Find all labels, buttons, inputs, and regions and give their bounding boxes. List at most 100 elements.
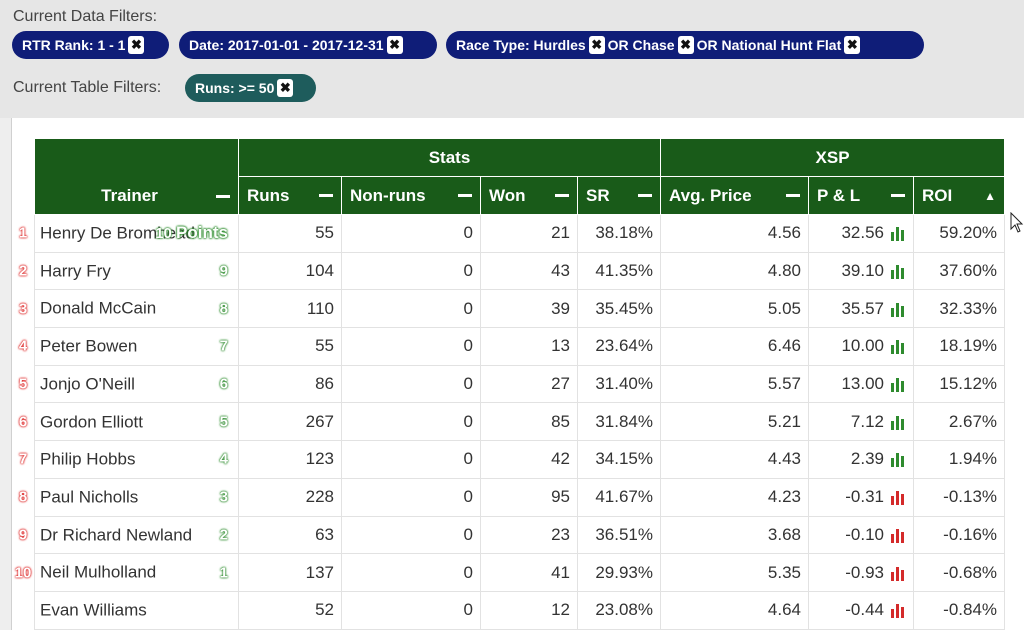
column-header-sr[interactable]: SR — [576, 176, 662, 215]
bar-chart-icon[interactable] — [890, 452, 906, 468]
minus-icon[interactable] — [216, 194, 230, 198]
filter-chip-runs[interactable]: Runs: >= 50 ✖ — [185, 74, 316, 102]
rank-badge: 2 — [18, 262, 28, 280]
group-header-stats: Stats — [237, 138, 662, 177]
cell-won: 43 — [480, 251, 578, 291]
cell-avg-price: 5.35 — [660, 553, 810, 592]
table-filters-label: Current Table Filters: — [13, 79, 162, 96]
cell-trainer[interactable]: 3 Donald McCain 8 — [19, 289, 239, 329]
cell-trainer[interactable]: 7 Philip Hobbs 4 — [19, 440, 239, 479]
table-row[interactable]: Evan Williams 52 0 12 23.08% 4.64 -0.44 -0.84% — [34, 590, 1006, 630]
cell-trainer[interactable]: 9 Dr Richard Newland 2 — [19, 515, 239, 555]
points-badge: 6 — [219, 375, 228, 393]
column-header-won[interactable]: Won — [480, 176, 578, 215]
sort-ascending-icon[interactable]: ▲ — [984, 189, 996, 203]
minus-icon[interactable] — [319, 194, 333, 197]
cell-pl: 7.12 — [808, 402, 915, 442]
close-icon[interactable]: ✖ — [677, 36, 694, 55]
filter-chip-date[interactable]: Date: 2017-01-01 - 2017-12-31 ✖ — [179, 31, 437, 59]
minus-icon[interactable] — [638, 194, 653, 197]
trainer-name[interactable]: Donald McCain — [40, 299, 156, 318]
minus-icon[interactable] — [458, 194, 472, 197]
table-row[interactable]: 7 Philip Hobbs 4 123 0 42 34.15% 4.43 2.39 1.94% — [19, 440, 1006, 479]
points-badge: 2 — [219, 526, 228, 544]
bar-chart-icon[interactable] — [890, 226, 906, 242]
filter-chip-rtr-rank[interactable]: RTR Rank: 1 - 1 ✖ — [12, 31, 169, 59]
table-row[interactable]: 9 Dr Richard Newland 2 63 0 23 36.51% 3.68 -0.10… — [19, 515, 1006, 555]
minus-icon[interactable] — [891, 194, 906, 197]
minus-icon[interactable] — [786, 194, 801, 197]
trainer-name[interactable]: Paul Nicholls — [40, 487, 138, 506]
close-icon[interactable]: ✖ — [277, 79, 294, 98]
close-icon[interactable]: ✖ — [386, 36, 403, 55]
cell-trainer[interactable]: 10 Neil Mulholland 1 — [15, 553, 239, 592]
column-header-nonruns[interactable]: Non-runs — [341, 176, 481, 215]
column-header-roi[interactable]: ROI ▲ — [913, 176, 1006, 215]
close-icon[interactable]: ✖ — [128, 36, 145, 55]
cell-trainer[interactable]: 1 Henry De Bromhead 10 Points — [19, 214, 239, 253]
trainer-name[interactable]: Neil Mulholland — [40, 563, 156, 582]
trainer-name[interactable]: Jonjo O'Neill — [40, 374, 135, 393]
points-badge: 9 — [219, 262, 228, 280]
cell-avg-price: 4.43 — [660, 440, 810, 479]
cell-trainer[interactable]: 4 Peter Bowen 7 — [19, 327, 239, 366]
pl-value: 2.39 — [850, 449, 885, 469]
trainer-name[interactable]: Gordon Elliott — [40, 412, 143, 431]
cell-trainer[interactable]: Evan Williams — [34, 590, 239, 630]
table-row[interactable]: 5 Jonjo O'Neill 6 86 0 27 31.40% 5.57 13.00 15.12… — [19, 364, 1006, 404]
bar-chart-icon[interactable] — [890, 415, 906, 430]
cell-roi: -0.13% — [913, 477, 1006, 517]
filter-chip-label: Date: 2017-01-01 - 2017-12-31 — [189, 37, 384, 53]
trainer-name[interactable]: Dr Richard Newland — [40, 525, 192, 544]
cell-trainer[interactable]: 2 Harry Fry 9 — [19, 251, 239, 291]
column-header-avg-price[interactable]: Avg. Price — [660, 176, 810, 215]
bar-chart-icon[interactable] — [890, 377, 906, 393]
rank-badge: 3 — [18, 300, 28, 318]
cell-trainer[interactable]: 6 Gordon Elliott 5 — [19, 402, 239, 442]
cell-pl: 10.00 — [808, 327, 915, 366]
cell-avg-price: 5.21 — [660, 402, 810, 442]
table-row[interactable]: 3 Donald McCain 8 110 0 39 35.45% 5.05 35.57 32.3… — [19, 289, 1006, 329]
table-row[interactable]: 1 Henry De Bromhead 10 Points 55 0 21 38.18% 4.… — [19, 214, 1006, 253]
close-icon[interactable]: ✖ — [844, 36, 861, 55]
cell-sr: 23.08% — [576, 590, 662, 630]
trainer-name[interactable]: Peter Bowen — [40, 337, 137, 356]
cell-sr: 36.51% — [576, 515, 662, 555]
cell-nonruns: 0 — [341, 590, 481, 630]
trainer-name[interactable]: Harry Fry — [40, 261, 111, 280]
bar-chart-icon[interactable] — [890, 566, 906, 581]
rank-badge: 8 — [18, 488, 28, 506]
minus-icon[interactable] — [555, 194, 569, 197]
cell-trainer[interactable]: 5 Jonjo O'Neill 6 — [19, 364, 239, 404]
cell-roi: 32.33% — [913, 289, 1006, 329]
bar-chart-icon[interactable] — [890, 490, 906, 506]
filter-chip-label: OR Chase — [607, 37, 675, 53]
table-row[interactable]: 8 Paul Nicholls 3 228 0 95 41.67% 4.23 -0.31 -0.1… — [19, 477, 1006, 517]
trainer-name[interactable]: Evan Williams — [40, 600, 147, 619]
trainer-name[interactable]: Philip Hobbs — [40, 450, 135, 469]
column-header-pl[interactable]: P & L — [808, 176, 915, 215]
bar-chart-icon[interactable] — [890, 302, 906, 317]
bar-chart-icon[interactable] — [890, 264, 906, 280]
cell-trainer[interactable]: 8 Paul Nicholls 3 — [19, 477, 239, 517]
cell-roi: 59.20% — [913, 214, 1006, 253]
cell-avg-price: 4.23 — [660, 477, 810, 517]
table-row[interactable]: 10 Neil Mulholland 1 137 0 41 29.93% 5.35 -0.93 -… — [15, 553, 1006, 592]
bar-chart-icon[interactable] — [890, 528, 906, 543]
cell-avg-price: 3.68 — [660, 515, 810, 555]
close-icon[interactable]: ✖ — [588, 36, 605, 55]
cell-won: 85 — [480, 402, 578, 442]
column-header-trainer[interactable]: Trainer — [34, 138, 239, 215]
table-row[interactable]: 4 Peter Bowen 7 55 0 13 23.64% 6.46 10.00 18.19% — [19, 327, 1006, 366]
bar-chart-icon[interactable] — [890, 339, 906, 355]
filter-chip-race-type[interactable]: Race Type: Hurdles ✖ OR Chase ✖ OR National … — [446, 31, 924, 59]
pl-value: 35.57 — [841, 298, 885, 318]
rank-badge: 5 — [18, 375, 28, 393]
table-row[interactable]: 2 Harry Fry 9 104 0 43 41.35% 4.80 39.10 37.60% — [19, 251, 1006, 291]
filter-chip-label: Race Type: Hurdles — [456, 37, 586, 53]
table-row[interactable]: 6 Gordon Elliott 5 267 0 85 31.84% 5.21 7.12 2.67… — [19, 402, 1006, 442]
cell-nonruns: 0 — [341, 327, 481, 366]
column-header-runs[interactable]: Runs — [238, 176, 342, 215]
cell-nonruns: 0 — [341, 440, 481, 479]
bar-chart-icon[interactable] — [890, 603, 906, 619]
